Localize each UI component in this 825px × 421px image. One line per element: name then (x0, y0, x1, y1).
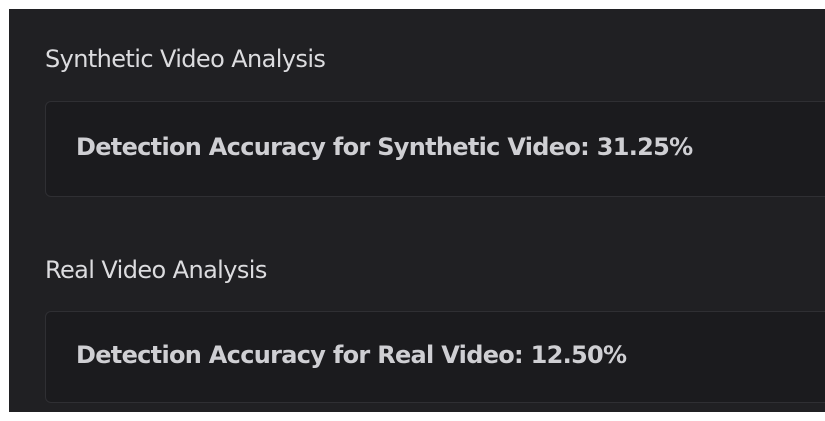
analysis-panel: Synthetic Video Analysis Detection Accur… (9, 9, 825, 412)
synthetic-video-analysis-title: Synthetic Video Analysis (45, 45, 326, 73)
real-detection-accuracy-text: Detection Accuracy for Real Video: 12.50… (76, 341, 627, 369)
synthetic-detection-accuracy-text: Detection Accuracy for Synthetic Video: … (76, 133, 693, 161)
synthetic-result-box: Detection Accuracy for Synthetic Video: … (45, 101, 825, 197)
real-result-box: Detection Accuracy for Real Video: 12.50… (45, 311, 825, 403)
real-video-analysis-title: Real Video Analysis (45, 256, 267, 284)
